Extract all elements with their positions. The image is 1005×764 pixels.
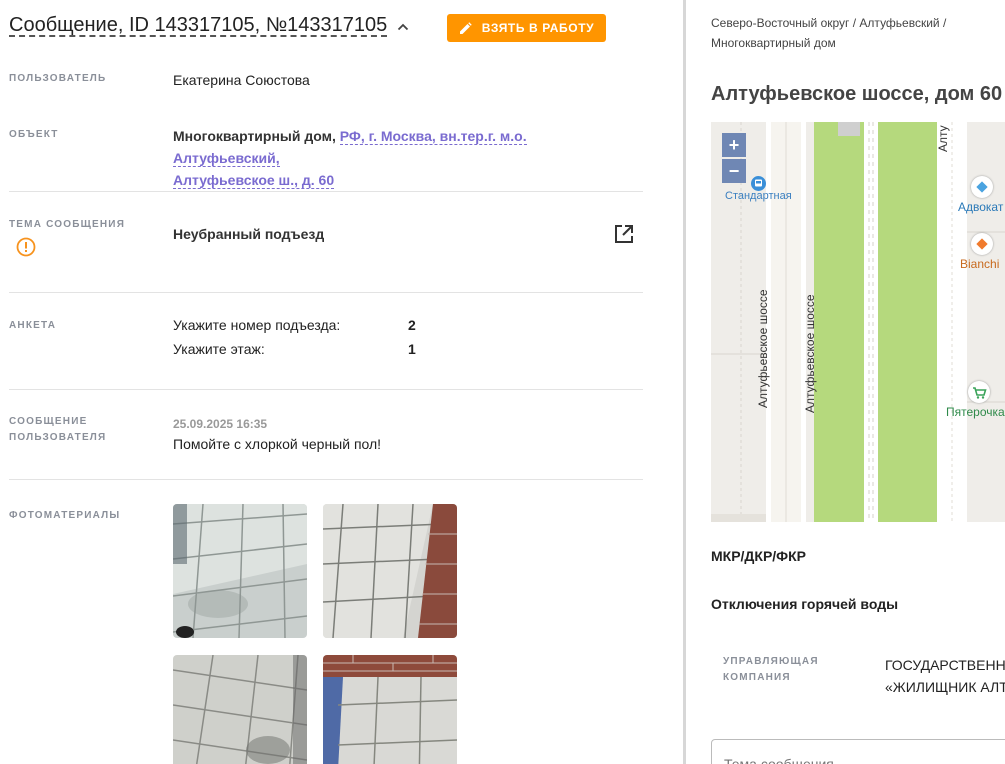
poi-label: Пятерочка [946,405,1005,419]
anketa-item: Укажите номер подъезда: 2 [173,313,633,337]
bus-stop-icon[interactable] [751,176,766,191]
anketa-answer: 2 [408,317,416,333]
breadcrumb-line-2[interactable]: Многоквартирный дом [711,36,836,50]
topic-value: Неубранный подъезд [173,226,325,242]
management-label: УПРАВЛЯЮЩАЯ КОМПАНИЯ [723,654,819,686]
topic-row: ТЕМА СООБЩЕНИЯ Неубранный подъезд [9,217,643,267]
photo-thumbnail[interactable] [323,504,457,638]
user-value: Екатерина Союстова [173,72,310,88]
anketa-row: АНКЕТА Укажите номер подъезда: 2 Укажите … [9,317,643,368]
object-type: Многоквартирный дом, [173,128,336,144]
user-message-row: СООБЩЕНИЕ ПОЛЬЗОВАТЕЛЯ 25.09.2025 16:35 … [9,414,643,454]
object-address-title: Алтуфьевское шоссе, дом 60 [711,83,1003,105]
object-address-link-2[interactable]: Алтуфьевское ш., д. 60 [173,172,335,189]
take-to-work-label: ВЗЯТЬ В РАБОТУ [481,21,595,35]
object-label: ОБЪЕКТ [9,129,59,140]
photo-thumbnail[interactable] [323,655,457,764]
street-label: Алтуфьевское шоссе [756,289,770,408]
anketa-item: Укажите этаж: 1 [173,337,633,361]
bus-stop-label: Стандартная [725,190,792,202]
street-label: Алтуфьевское шоссе [803,294,817,413]
warning-icon [16,237,36,257]
mkr-section[interactable]: МКР/ДКР/ФКР [711,548,806,564]
photo-thumbnail[interactable] [173,504,307,638]
message-panel: Сообщение, ID 143317105, №143317105 ВЗЯТ… [0,0,683,764]
user-message-label-1: СООБЩЕНИЕ [9,416,88,427]
anketa-question: Укажите этаж: [173,341,265,357]
divider [9,389,643,390]
management-value: ГОСУДАРСТВЕННОЕ «ЖИЛИЩНИК АЛТУ [885,654,1005,698]
user-row: ПОЛЬЗОВАТЕЛЬ Екатерина Союстова [9,71,643,93]
user-message-content: 25.09.2025 16:35 Помойте с хлоркой черны… [173,416,633,456]
photo-thumbnail[interactable] [173,655,307,764]
zoom-in-button[interactable]: + [722,133,746,157]
hot-water-section[interactable]: Отключения горячей воды [711,596,898,612]
management-label-2: КОМПАНИЯ [723,672,791,683]
anketa-list: Укажите номер подъезда: 2 Укажите этаж: 1 [173,313,633,361]
open-external-icon[interactable] [613,223,635,245]
take-to-work-button[interactable]: ВЗЯТЬ В РАБОТУ [447,14,606,42]
poi-marker-icon[interactable] [971,176,993,198]
divider [9,292,643,293]
poi-marker-icon[interactable] [971,233,993,255]
message-date: 25.09.2025 16:35 [173,417,268,431]
management-value-1: ГОСУДАРСТВЕННОЕ [885,657,1005,673]
cart-icon[interactable] [968,381,990,403]
message-text: Помойте с хлоркой черный пол! [173,436,382,452]
object-info-panel: Северо-Восточный округ / Алтуфьевский / … [686,0,1005,764]
street-label: Алту [936,125,950,152]
breadcrumb-line-1[interactable]: Северо-Восточный округ / Алтуфьевский / [711,16,946,30]
user-message-label-2: ПОЛЬЗОВАТЕЛЯ [9,432,107,443]
management-label-1: УПРАВЛЯЮЩАЯ [723,656,819,667]
breadcrumb: Северо-Восточный округ / Алтуфьевский / … [711,13,991,53]
poi-label: Адвокат [958,200,1004,214]
user-message-label: СООБЩЕНИЕ ПОЛЬЗОВАТЕЛЯ [9,414,106,446]
management-value-2: «ЖИЛИЩНИК АЛТУ [885,679,1005,695]
map[interactable]: + − Стандартная Алтуфьевское шоссе Алтуф… [711,122,1005,522]
topic-label: ТЕМА СООБЩЕНИЯ [9,219,126,230]
message-header: Сообщение, ID 143317105, №143317105 [9,14,409,37]
photos-label: ФОТОМАТЕРИАЛЫ [9,510,121,521]
object-row: ОБЪЕКТ Многоквартирный дом, РФ, г. Москв… [9,127,643,189]
zoom-out-button[interactable]: − [722,159,746,183]
pencil-icon [459,21,472,35]
poi-label: Bianchi [960,257,1000,271]
object-value: Многоквартирный дом, РФ, г. Москва, вн.т… [173,125,633,191]
anketa-label: АНКЕТА [9,320,57,331]
chevron-up-icon[interactable] [397,20,409,32]
topic-input[interactable] [711,739,1005,764]
user-label: ПОЛЬЗОВАТЕЛЬ [9,73,107,84]
message-title[interactable]: Сообщение, ID 143317105, №143317105 [9,14,387,37]
anketa-question: Укажите номер подъезда: [173,317,341,333]
anketa-answer: 1 [408,341,416,357]
divider [9,191,643,192]
divider [9,479,643,480]
